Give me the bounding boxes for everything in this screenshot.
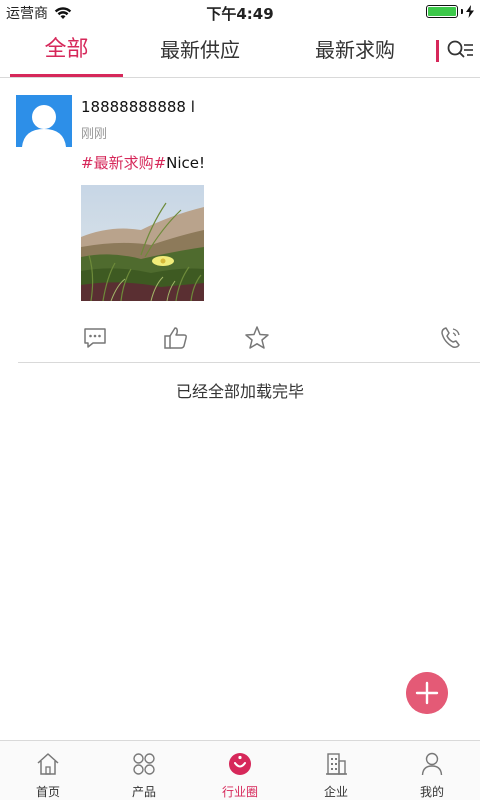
add-post-button[interactable] — [406, 672, 448, 714]
nav-enterprise[interactable]: 企业 — [288, 741, 384, 800]
tab-latest-demand[interactable]: 最新求购 — [295, 24, 415, 76]
smile-circle-icon — [229, 753, 251, 775]
tab-latest-supply[interactable]: 最新供应 — [140, 24, 260, 76]
building-icon — [326, 753, 347, 775]
status-time: 下午4:49 — [206, 5, 274, 23]
post-divider — [18, 362, 480, 363]
charging-icon — [466, 5, 474, 18]
avatar[interactable] — [16, 95, 72, 147]
nav-label-home: 首页 — [35, 785, 60, 799]
nav-label-mine: 我的 — [419, 785, 444, 799]
nav-label-products: 产品 — [131, 785, 156, 799]
battery-icon — [426, 5, 458, 18]
post-actions — [0, 325, 480, 351]
post-content: #最新求购#Nice! — [81, 152, 205, 173]
nav-mine[interactable]: 我的 — [384, 741, 480, 800]
nav-products[interactable]: 产品 — [96, 741, 192, 800]
post-time: 刚刚 — [81, 127, 108, 142]
feed-end-text: 已经全部加载完毕 — [175, 382, 304, 401]
status-bar: 运营商 下午4:49 — [0, 0, 480, 24]
home-icon — [37, 753, 59, 775]
post-image[interactable] — [81, 185, 204, 301]
post-username[interactable]: 18888888888 l — [81, 98, 195, 116]
nav-label-industry-circle: 行业圈 — [221, 785, 258, 799]
grid-icon — [133, 753, 155, 775]
tab-bar: 全部 最新供应 最新求购 — [0, 24, 480, 78]
comment-icon[interactable] — [82, 325, 108, 351]
battery-tip — [461, 9, 463, 14]
user-icon — [421, 752, 443, 776]
bottom-nav: 首页 产品 行业圈 企业 我的 — [0, 740, 480, 800]
phone-icon[interactable] — [438, 325, 464, 351]
post-text: Nice! — [166, 154, 206, 172]
tab-divider — [436, 40, 439, 62]
post-hashtag[interactable]: #最新求购# — [81, 154, 166, 172]
nav-industry-circle[interactable]: 行业圈 — [192, 741, 288, 800]
star-icon[interactable] — [244, 325, 270, 351]
thumbs-up-icon[interactable] — [163, 325, 189, 351]
nav-home[interactable]: 首页 — [0, 741, 96, 800]
active-tab-indicator — [10, 74, 123, 77]
search-filter-icon[interactable] — [446, 38, 474, 64]
nav-label-enterprise: 企业 — [323, 785, 348, 799]
tab-all[interactable]: 全部 — [10, 24, 123, 76]
